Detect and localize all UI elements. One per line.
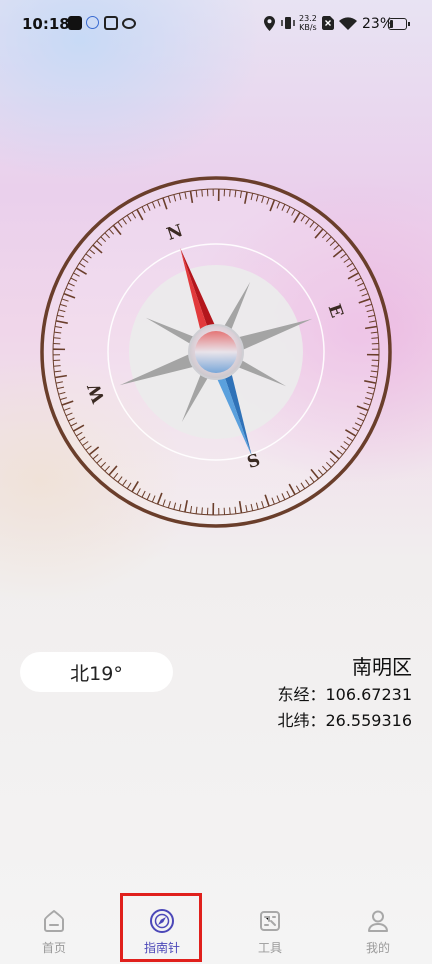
battery-icon	[388, 18, 410, 30]
nav-label-profile: 我的	[365, 941, 390, 955]
district-name: 南明区	[352, 655, 412, 679]
link-icon	[122, 18, 136, 29]
battery-level	[390, 20, 393, 28]
compass-tick	[371, 365, 379, 367]
bottom-nav: 首页 指南针 工具 我的	[0, 895, 432, 964]
compass-dial: N E S W	[40, 176, 392, 528]
compass-tick	[229, 189, 231, 197]
vibrate-icon	[281, 17, 295, 29]
status-bar: 10:18 23.2 KB/s 23%	[0, 0, 432, 50]
active-tab-highlight	[120, 893, 202, 962]
location-pin-icon	[264, 16, 275, 31]
sim-icon	[322, 16, 334, 30]
wifi-icon	[339, 17, 357, 30]
compass-tick	[53, 337, 61, 339]
heading-display: 北19°	[20, 652, 173, 692]
location-info: 南明区 东经：106.67231 北纬：26.559316	[277, 652, 412, 734]
status-time: 10:18	[22, 15, 70, 33]
compass-tick	[53, 365, 61, 367]
toolbox-icon	[260, 911, 280, 931]
person-icon	[368, 910, 388, 932]
nav-label-home: 首页	[41, 941, 66, 955]
compass-tick	[229, 507, 231, 515]
network-speed: 23.2 KB/s	[299, 14, 317, 32]
compass-tick	[201, 507, 203, 515]
tiktok-icon	[68, 16, 82, 30]
nav-item-home[interactable]: 首页	[0, 895, 108, 964]
nav-item-profile[interactable]: 我的	[324, 895, 432, 964]
network-speed-unit: KB/s	[299, 23, 317, 32]
wallet-icon	[104, 16, 118, 30]
longitude-text: 东经：106.67231	[277, 685, 412, 704]
network-speed-value: 23.2	[299, 14, 317, 23]
compass-tick	[201, 189, 203, 197]
nav-item-tools[interactable]: 工具	[216, 895, 324, 964]
heading-text: 北19°	[70, 662, 123, 685]
compass-tick	[371, 337, 379, 339]
latitude-text: 北纬：26.559316	[277, 711, 412, 730]
needle-hub	[195, 331, 237, 373]
nav-label-tools: 工具	[257, 941, 282, 955]
cloud-app-icon	[86, 16, 99, 29]
home-icon	[44, 910, 64, 932]
